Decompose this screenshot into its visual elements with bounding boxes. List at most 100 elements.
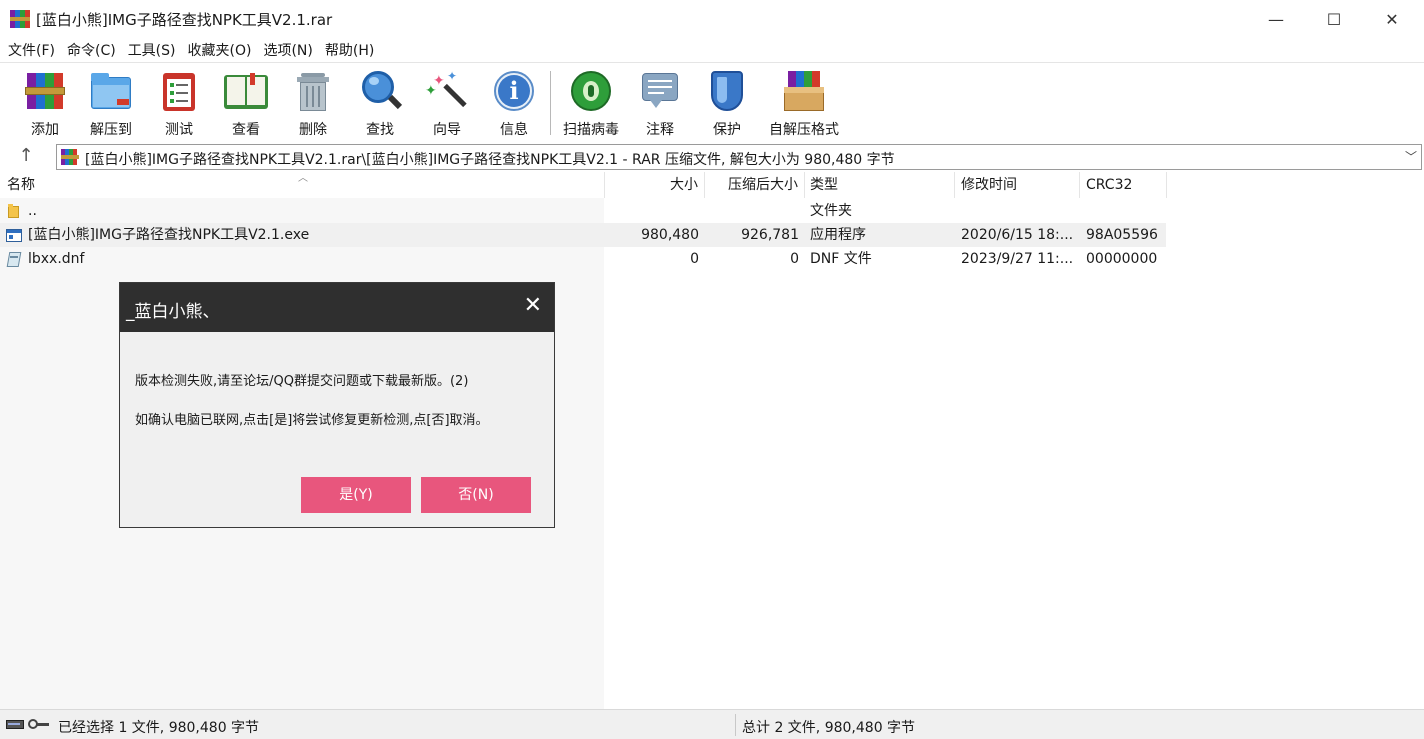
column-header-packed[interactable]: 压缩后大小: [705, 172, 805, 198]
column-header-name[interactable]: 名称 ︿: [0, 172, 605, 198]
scan-virus-button[interactable]: 扫描病毒: [557, 67, 625, 139]
menu-bar: 文件(F) 命令(C) 工具(S) 收藏夹(O) 选项(N) 帮助(H): [0, 38, 1424, 62]
chevron-down-icon[interactable]: ﹀: [1405, 148, 1417, 165]
status-total-text: 总计 2 文件, 980,480 字节: [742, 720, 916, 736]
scan-virus-label: 扫描病毒: [563, 122, 619, 138]
exe-icon: [6, 227, 22, 243]
file-size: [605, 199, 699, 223]
info-button[interactable]: i 信息: [482, 67, 546, 139]
up-arrow-icon[interactable]: ↑: [6, 144, 46, 170]
protect-label: 保护: [713, 122, 741, 138]
extract-folder-icon: [89, 69, 133, 113]
protect-button[interactable]: 保护: [695, 67, 759, 139]
file-packed: 0: [790, 251, 799, 267]
dialog-header: _蓝白小熊、 ✕: [120, 283, 554, 332]
sfx-button[interactable]: 自解压格式: [764, 67, 844, 139]
dialog-message-line2: 如确认电脑已联网,点击[是]将尝试修复更新检测,点[否]取消。: [135, 413, 489, 428]
dialog-close-icon[interactable]: ✕: [524, 293, 542, 319]
file-name: ..: [28, 203, 37, 219]
test-clipboard-icon: [157, 69, 201, 113]
file-type: DNF 文件: [810, 251, 872, 267]
file-type: 应用程序: [810, 227, 866, 243]
path-field[interactable]: [蓝白小熊]IMG子路径查找NPK工具V2.1.rar\[蓝白小熊]IMG子路径…: [56, 144, 1422, 170]
drive-key-icon: [6, 718, 50, 732]
table-row-exe[interactable]: [蓝白小熊]IMG子路径查找NPK工具V2.1.exe 980,480 926,…: [0, 223, 1166, 247]
file-packed: 926,781: [741, 227, 799, 243]
menu-favorites[interactable]: 收藏夹(O): [182, 38, 258, 62]
file-packed: [705, 199, 799, 223]
menu-command[interactable]: 命令(C): [61, 38, 122, 62]
path-text: [蓝白小熊]IMG子路径查找NPK工具V2.1.rar\[蓝白小熊]IMG子路径…: [85, 152, 895, 168]
wizard-button[interactable]: ✦ ✦ ✦ 向导: [415, 67, 479, 139]
info-icon: i: [492, 69, 536, 113]
file-type: 文件夹: [810, 203, 852, 219]
column-header-size[interactable]: 大小: [605, 172, 705, 198]
test-label: 测试: [165, 122, 193, 138]
status-selection-text: 已经选择 1 文件, 980,480 字节: [58, 720, 260, 736]
file-modified: 2020/6/15 18:...: [961, 227, 1074, 243]
rar-archive-icon: [61, 149, 79, 165]
address-bar: ↑ [蓝白小熊]IMG子路径查找NPK工具V2.1.rar\[蓝白小熊]IMG子…: [0, 142, 1424, 172]
no-button[interactable]: 否(N): [421, 477, 531, 513]
status-bar: 已经选择 1 文件, 980,480 字节 总计 2 文件, 980,480 字…: [0, 709, 1424, 739]
column-name-label: 名称: [7, 177, 35, 193]
extract-to-label: 解压到: [90, 122, 132, 138]
menu-file[interactable]: 文件(F): [2, 38, 61, 62]
column-header-crc[interactable]: CRC32: [1080, 172, 1167, 198]
view-book-icon: [224, 69, 268, 113]
dialog-message-line1: 版本检测失败,请至论坛/QQ群提交问题或下载最新版。(2): [135, 374, 469, 389]
add-label: 添加: [31, 122, 59, 138]
extract-to-button[interactable]: 解压到: [79, 67, 143, 139]
file-crc: 00000000: [1086, 251, 1158, 267]
window-title: [蓝白小熊]IMG子路径查找NPK工具V2.1.rar: [36, 11, 333, 29]
status-divider: [735, 714, 736, 736]
file-modified: [961, 199, 1077, 223]
menu-tools[interactable]: 工具(S): [122, 38, 182, 62]
wizard-wand-icon: ✦ ✦ ✦: [425, 69, 469, 113]
maximize-button[interactable]: ☐: [1305, 0, 1363, 38]
view-button[interactable]: 查看: [214, 67, 278, 139]
table-row-parent[interactable]: .. 文件夹: [0, 199, 1166, 223]
winrar-logo-icon: [10, 10, 30, 28]
dialog-title: _蓝白小熊、: [126, 302, 220, 322]
sfx-box-icon: [782, 69, 826, 113]
comment-icon: [638, 69, 682, 113]
comment-label: 注释: [646, 122, 674, 138]
file-size: 0: [690, 251, 699, 267]
column-header-type[interactable]: 类型: [805, 172, 955, 198]
dnf-file-icon: [6, 251, 22, 267]
toolbar: 添加 解压到 测试 查看 删除 查找 ✦ ✦ ✦ 向导 i 信息 扫描病毒 注释…: [0, 62, 1424, 140]
file-size: 980,480: [641, 227, 699, 243]
menu-options[interactable]: 选项(N): [257, 38, 318, 62]
find-button[interactable]: 查找: [348, 67, 412, 139]
comment-button[interactable]: 注释: [628, 67, 692, 139]
yes-button[interactable]: 是(Y): [301, 477, 411, 513]
add-archive-icon: [23, 69, 67, 113]
file-modified: 2023/9/27 11:...: [961, 251, 1074, 267]
file-crc: 98A05596: [1086, 227, 1158, 243]
minimize-button[interactable]: —: [1247, 0, 1305, 38]
wizard-label: 向导: [433, 122, 461, 138]
sfx-label: 自解压格式: [769, 122, 839, 138]
test-button[interactable]: 测试: [147, 67, 211, 139]
title-bar: [蓝白小熊]IMG子路径查找NPK工具V2.1.rar — ☐ ✕: [0, 0, 1424, 38]
table-row-dnf[interactable]: lbxx.dnf 0 0 DNF 文件 2023/9/27 11:... 000…: [0, 247, 1166, 271]
shield-icon: [705, 69, 749, 113]
file-crc: [1086, 199, 1166, 223]
folder-icon: [6, 203, 22, 219]
update-check-dialog: _蓝白小熊、 ✕ 版本检测失败,请至论坛/QQ群提交问题或下载最新版。(2) 如…: [119, 282, 555, 528]
virus-scan-icon: [569, 69, 613, 113]
info-label: 信息: [500, 122, 528, 138]
file-name: [蓝白小熊]IMG子路径查找NPK工具V2.1.exe: [28, 227, 310, 243]
menu-help[interactable]: 帮助(H): [319, 38, 380, 62]
trash-icon: [291, 69, 335, 113]
view-label: 查看: [232, 122, 260, 138]
close-button[interactable]: ✕: [1363, 0, 1421, 38]
delete-button[interactable]: 删除: [281, 67, 345, 139]
add-button[interactable]: 添加: [13, 67, 77, 139]
column-header-modified[interactable]: 修改时间: [955, 172, 1080, 198]
find-label: 查找: [366, 122, 394, 138]
sort-up-icon: ︿: [298, 173, 308, 184]
file-name: lbxx.dnf: [28, 251, 85, 267]
delete-label: 删除: [299, 122, 327, 138]
